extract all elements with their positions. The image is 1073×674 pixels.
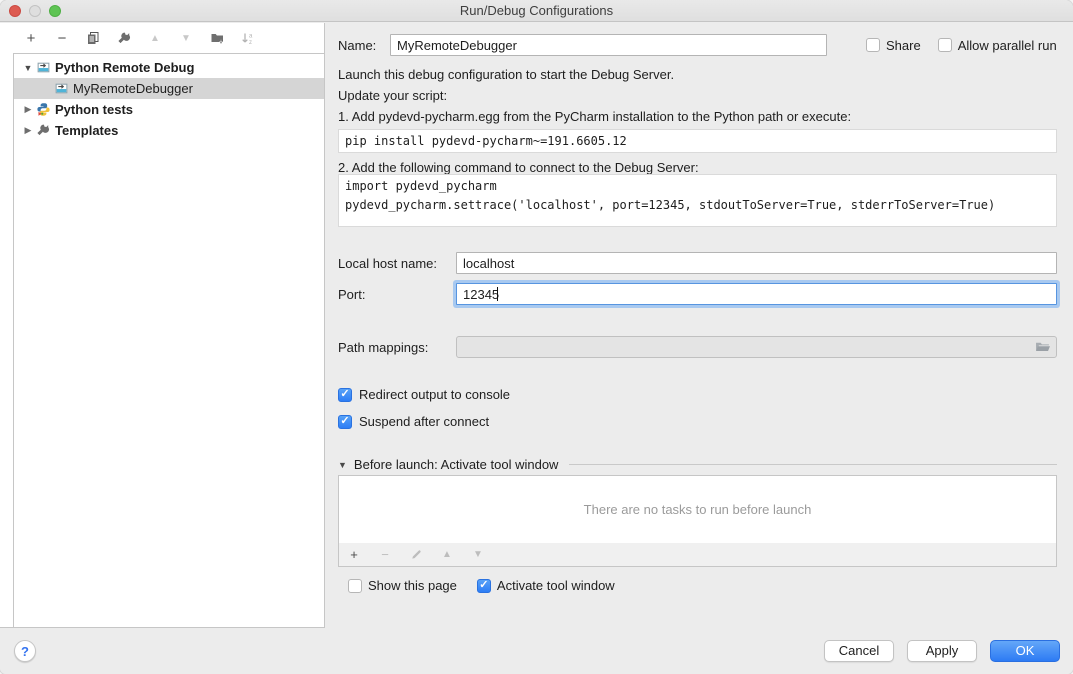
traffic-lights bbox=[9, 5, 61, 17]
path-mappings-row: Path mappings: bbox=[338, 336, 1057, 358]
configuration-detail-panel: Name: Share Allow parallel run Launch th… bbox=[326, 23, 1073, 628]
instruction-intro: Launch this debug configuration to start… bbox=[338, 67, 1057, 82]
action-buttons: Cancel Apply OK bbox=[824, 640, 1060, 662]
section-divider bbox=[569, 464, 1057, 465]
port-label: Port: bbox=[338, 287, 456, 302]
check-icon: ✓ bbox=[479, 580, 488, 591]
instruction-update: Update your script: bbox=[338, 88, 1057, 103]
titlebar[interactable]: Run/Debug Configurations bbox=[0, 0, 1073, 22]
redirect-output-option: ✓ Redirect output to console bbox=[338, 387, 1057, 402]
redirect-output-checkbox[interactable]: ✓ bbox=[338, 388, 352, 402]
move-up-icon: ▲ bbox=[147, 30, 163, 46]
browse-folder-icon[interactable] bbox=[1034, 339, 1052, 355]
show-this-page-label: Show this page bbox=[368, 578, 457, 593]
allow-parallel-label: Allow parallel run bbox=[958, 38, 1057, 53]
remote-debug-icon bbox=[54, 81, 69, 96]
chevron-right-icon[interactable]: ▶ bbox=[22, 104, 34, 115]
path-mappings-field[interactable] bbox=[456, 336, 1057, 358]
tree-item-label: Python Remote Debug bbox=[55, 60, 194, 75]
python-tests-icon bbox=[36, 102, 51, 117]
sidebar-toolbar: + − ▲ ▼ az bbox=[13, 23, 324, 53]
remote-debug-icon bbox=[36, 60, 51, 75]
redirect-output-label: Redirect output to console bbox=[359, 387, 510, 402]
dialog-footer: ? Cancel Apply OK bbox=[0, 629, 1073, 674]
before-launch-header[interactable]: ▼ Before launch: Activate tool window bbox=[338, 457, 1057, 472]
run-debug-configurations-dialog: Run/Debug Configurations + − ▲ ▼ az bbox=[0, 0, 1073, 674]
new-folder-icon[interactable] bbox=[209, 30, 225, 46]
text-cursor bbox=[497, 287, 498, 301]
show-this-page-checkbox[interactable] bbox=[348, 579, 362, 593]
empty-tasks-message: There are no tasks to run before launch bbox=[584, 502, 812, 517]
suspend-after-connect-option: ✓ Suspend after connect bbox=[338, 414, 1057, 429]
activate-tool-window-label: Activate tool window bbox=[497, 578, 615, 593]
name-row: Name: Share Allow parallel run bbox=[338, 34, 1057, 56]
port-input[interactable] bbox=[456, 283, 1057, 305]
add-task-icon[interactable]: + bbox=[347, 547, 361, 562]
cancel-button[interactable]: Cancel bbox=[824, 640, 894, 662]
chevron-right-icon[interactable]: ▶ bbox=[22, 125, 34, 136]
configurations-sidebar: + − ▲ ▼ az ▼ Python Remote De bbox=[0, 23, 325, 628]
close-window-button[interactable] bbox=[9, 5, 21, 17]
question-mark-icon: ? bbox=[21, 644, 29, 659]
show-this-page-option: Show this page bbox=[348, 578, 457, 593]
suspend-checkbox[interactable]: ✓ bbox=[338, 415, 352, 429]
code-line-import: import pydevd_pycharm bbox=[345, 177, 1050, 196]
check-icon: ✓ bbox=[340, 416, 349, 427]
activate-tool-window-checkbox[interactable]: ✓ bbox=[477, 579, 491, 593]
remove-task-icon: − bbox=[378, 547, 392, 562]
minimize-window-button bbox=[29, 5, 41, 17]
name-input[interactable] bbox=[390, 34, 827, 56]
move-down-icon: ▼ bbox=[178, 30, 194, 46]
edit-task-pencil-icon bbox=[409, 548, 423, 561]
templates-wrench-icon bbox=[36, 123, 51, 138]
help-button[interactable]: ? bbox=[14, 640, 36, 662]
tree-item-label: Python tests bbox=[55, 102, 133, 117]
allow-parallel-option: Allow parallel run bbox=[938, 38, 1057, 53]
suspend-label: Suspend after connect bbox=[359, 414, 489, 429]
share-checkbox[interactable] bbox=[866, 38, 880, 52]
local-host-input[interactable] bbox=[456, 252, 1057, 274]
zoom-window-button[interactable] bbox=[49, 5, 61, 17]
copy-configuration-icon[interactable] bbox=[85, 30, 101, 46]
pip-install-code-block[interactable]: pip install pydevd-pycharm~=191.6605.12 bbox=[338, 129, 1057, 153]
tasks-toolbar: + − ▲ ▼ bbox=[338, 543, 1057, 567]
configurations-tree: ▼ Python Remote Debug MyRemoteDebugger ▶… bbox=[13, 53, 324, 627]
tree-item-label: Templates bbox=[55, 123, 118, 138]
chevron-down-icon[interactable]: ▼ bbox=[338, 460, 347, 470]
tree-item-templates[interactable]: ▶ Templates bbox=[14, 120, 324, 141]
tree-item-myremotedebugger[interactable]: MyRemoteDebugger bbox=[14, 78, 324, 99]
instruction-step1: 1. Add pydevd-pycharm.egg from the PyCha… bbox=[338, 109, 1057, 124]
sort-alphabetically-icon[interactable]: az bbox=[240, 30, 256, 46]
apply-button[interactable]: Apply bbox=[907, 640, 977, 662]
add-configuration-icon[interactable]: + bbox=[23, 30, 39, 46]
move-task-up-icon: ▲ bbox=[440, 549, 454, 560]
svg-text:z: z bbox=[249, 40, 252, 46]
window-title: Run/Debug Configurations bbox=[0, 0, 1073, 22]
code-line-settrace: pydevd_pycharm.settrace('localhost', por… bbox=[345, 196, 1050, 215]
port-row: Port: bbox=[338, 283, 1057, 305]
activate-tool-window-option: ✓ Activate tool window bbox=[477, 578, 615, 593]
path-mappings-label: Path mappings: bbox=[338, 340, 456, 355]
local-host-row: Local host name: bbox=[338, 252, 1057, 274]
before-launch-title: Before launch: Activate tool window bbox=[354, 457, 559, 472]
share-label: Share bbox=[886, 38, 921, 53]
settrace-code-block[interactable]: import pydevd_pycharm pydevd_pycharm.set… bbox=[338, 174, 1057, 227]
before-launch-task-list[interactable]: There are no tasks to run before launch bbox=[338, 475, 1057, 544]
footer-options-row: Show this page ✓ Activate tool window bbox=[338, 578, 1057, 593]
edit-defaults-wrench-icon[interactable] bbox=[116, 30, 132, 46]
move-task-down-icon: ▼ bbox=[471, 549, 485, 560]
remove-configuration-icon[interactable]: − bbox=[54, 30, 70, 46]
local-host-label: Local host name: bbox=[338, 256, 456, 271]
instruction-step2: 2. Add the following command to connect … bbox=[338, 160, 1057, 175]
name-label: Name: bbox=[338, 38, 390, 53]
svg-text:a: a bbox=[249, 33, 253, 39]
tree-item-label: MyRemoteDebugger bbox=[73, 81, 193, 96]
check-icon: ✓ bbox=[340, 389, 349, 400]
allow-parallel-checkbox[interactable] bbox=[938, 38, 952, 52]
chevron-down-icon[interactable]: ▼ bbox=[22, 63, 34, 73]
tree-item-python-remote-debug[interactable]: ▼ Python Remote Debug bbox=[14, 57, 324, 78]
share-option: Share bbox=[866, 38, 921, 53]
ok-button[interactable]: OK bbox=[990, 640, 1060, 662]
tree-item-python-tests[interactable]: ▶ Python tests bbox=[14, 99, 324, 120]
